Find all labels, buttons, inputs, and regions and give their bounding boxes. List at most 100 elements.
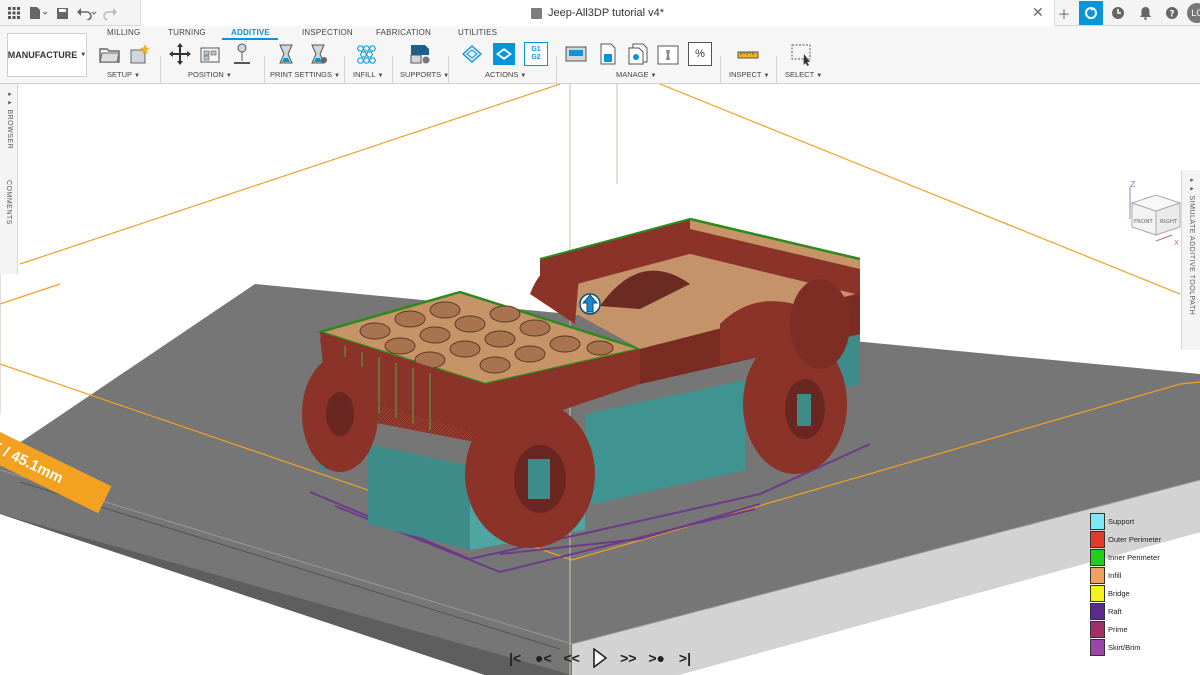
new-setup-icon[interactable] [128,42,152,66]
measure-icon[interactable] [736,42,760,66]
legend-label: Infill [1108,570,1122,580]
app-grid-icon[interactable] [4,3,24,23]
view-cube-front[interactable]: FRONT [1134,219,1153,225]
avatar[interactable]: LC [1187,3,1200,23]
group-supports[interactable]: SUPPORTS ▼ [400,70,449,79]
play-icon[interactable] [590,646,610,670]
group-position[interactable]: POSITION ▼ [188,70,232,79]
legend-item: Skirt/Brim [1090,638,1182,656]
step-back-icon[interactable]: << [562,646,582,670]
comments-panel-tab[interactable]: COMMENTS [5,180,12,225]
simulate-toolpath-panel[interactable]: ▸▸ SIMULATE ADDITIVE TOOLPATH [1181,170,1200,350]
gcode-line2: G2 [531,54,541,61]
previous-operation-icon[interactable]: ●< [533,646,553,670]
title-right-controls: ＋ ? LC [1052,1,1200,25]
legend-swatch-inner-perimeter [1090,548,1105,566]
origin-arrow-icon[interactable] [579,293,601,315]
group-actions[interactable]: ACTIONS ▼ [485,70,526,79]
axis-x-label: X [1174,239,1179,247]
group-inspect[interactable]: INSPECT ▼ [729,70,769,79]
legend-label: Support [1108,516,1135,526]
legend-label: Outer Perimeter [1108,534,1162,544]
axis-z-label: Z [1130,180,1136,189]
notifications-bell-icon[interactable] [1133,1,1157,25]
tab-fabrication[interactable]: FABRICATION [376,28,431,37]
3d-viewport[interactable]: 5 / 45.1mm Z X FRONT RIGHT [0,84,1200,675]
browser-panel-label: BROWSER [6,109,13,150]
simulation-playback-controls: |< ●< << >> >● >| [505,645,695,671]
save-icon[interactable] [52,3,72,23]
group-manage[interactable]: MANAGE ▼ [616,70,656,79]
legend-item: Support [1090,512,1182,530]
job-status-icon[interactable] [1106,1,1130,25]
help-icon[interactable]: ? [1160,1,1184,25]
tab-inspection[interactable]: INSPECTION [302,28,353,37]
legend-swatch-bridge [1090,584,1105,602]
arrange-icon[interactable] [198,42,222,66]
group-infill-label: INFILL [353,70,376,79]
post-library-icon[interactable] [596,42,620,66]
generate-icon[interactable] [460,42,484,66]
group-manage-label: MANAGE [616,70,649,79]
tab-additive[interactable]: ADDITIVE [231,28,270,37]
group-setup[interactable]: SETUP ▼ [107,70,140,79]
skip-to-end-icon[interactable]: >| [675,646,695,670]
tab-turning[interactable]: TURNING [168,28,206,37]
sync-icon[interactable] [1079,1,1103,25]
supports-icon[interactable] [408,42,432,66]
group-print-settings[interactable]: PRINT SETTINGS ▼ [270,70,340,79]
legend-label: Bridge [1108,588,1130,598]
group-infill[interactable]: INFILL ▼ [353,70,383,79]
step-forward-icon[interactable]: >> [618,646,638,670]
gcode-line1: G1 [531,46,541,53]
simulate-panel-tab[interactable]: ▸▸ SIMULATE ADDITIVE TOOLPATH [1187,176,1195,315]
group-select[interactable]: SELECT ▼ [785,70,822,79]
legend-swatch-infill [1090,566,1105,584]
legend-label: Inner Perimeter [1108,552,1160,562]
document-tab[interactable]: Jeep-All3DP tutorial v4* [140,0,1055,26]
undo-icon[interactable] [76,3,98,23]
legend-item: Prime [1090,620,1182,638]
next-operation-icon[interactable]: >● [647,646,667,670]
tab-utilities[interactable]: UTILITIES [458,28,497,37]
caret-down-icon: ▼ [333,73,340,79]
caret-down-icon: ▼ [763,73,770,79]
close-tab-icon[interactable]: ✕ [1032,4,1044,21]
move-arrows-icon[interactable] [168,42,192,66]
print-setting-icon[interactable] [274,42,298,66]
group-supports-label: SUPPORTS [400,70,442,79]
simulate-icon[interactable] [492,42,516,66]
caret-down-icon: ▼ [225,73,232,79]
post-process-gcode-icon[interactable]: G1 G2 [524,42,548,66]
file-menu-icon[interactable] [28,3,48,23]
legend-item: Outer Perimeter [1090,530,1182,548]
place-part-icon[interactable] [230,42,254,66]
document-cube-icon [531,7,543,19]
view-cube[interactable]: Z X FRONT RIGHT [1120,179,1186,249]
print-setting-edit-icon[interactable] [306,42,330,66]
skip-to-start-icon[interactable]: |< [505,646,525,670]
tab-milling[interactable]: MILLING [107,28,140,37]
browser-panel-tab[interactable]: ▸▸ BROWSER [5,90,13,149]
machine-library-icon[interactable] [564,42,588,66]
redo-icon[interactable] [102,3,122,23]
document-title: Jeep-All3DP tutorial v4* [548,7,664,19]
caret-down-icon: ▼ [134,73,140,79]
nc-program-percent-icon[interactable]: % [688,42,712,66]
select-window-icon[interactable] [790,42,814,66]
view-cube-right[interactable]: RIGHT [1160,219,1178,225]
ribbon-icon-row: G1 G2 % [0,40,1200,92]
simulate-panel-label: SIMULATE ADDITIVE TOOLPATH [1188,195,1195,316]
open-folder-icon[interactable] [98,42,122,66]
legend-label: Prime [1108,624,1128,634]
svg-text:?: ? [1169,10,1174,20]
print-setting-library-icon[interactable] [626,42,650,66]
legend-swatch-prime [1090,620,1105,638]
new-tab-icon[interactable]: ＋ [1052,1,1076,25]
legend-item: Raft [1090,602,1182,620]
legend-label: Raft [1108,606,1122,616]
infill-hex-icon[interactable] [354,42,378,66]
group-print-settings-label: PRINT SETTINGS [270,70,332,79]
group-setup-label: SETUP [107,70,133,79]
template-library-icon[interactable] [656,42,680,66]
